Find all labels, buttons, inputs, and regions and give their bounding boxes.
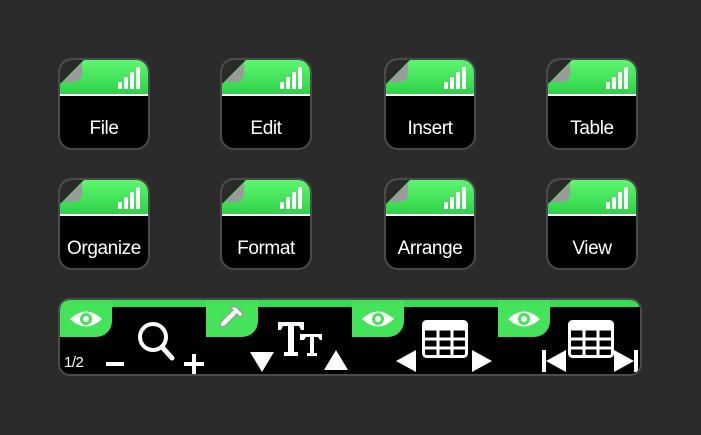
segment-tab-table-end[interactable] — [498, 300, 550, 337]
table-icon[interactable] — [568, 320, 614, 358]
page-corner-icon — [548, 60, 572, 84]
eye-icon — [362, 311, 394, 327]
signal-bars-icon — [444, 67, 466, 89]
eye-icon — [508, 311, 540, 327]
key-organize[interactable]: Organize — [58, 178, 150, 270]
signal-bars-icon — [118, 67, 140, 89]
segment-tab-font-size[interactable] — [206, 300, 258, 337]
eye-icon — [70, 311, 102, 327]
eyedropper-icon — [219, 306, 244, 328]
triangle-left-icon[interactable] — [396, 350, 416, 372]
table-icon[interactable] — [422, 320, 468, 358]
key-format[interactable]: Format — [220, 178, 312, 270]
page-indicator: 1/2 — [64, 354, 84, 371]
key-label: Arrange — [397, 238, 463, 259]
page-corner-icon — [60, 180, 84, 204]
magnifier-icon[interactable] — [136, 320, 176, 362]
text-size-icon[interactable] — [276, 318, 324, 358]
key-label: Format — [237, 238, 295, 259]
signal-bars-icon — [444, 187, 466, 209]
skip-end-icon[interactable] — [614, 350, 638, 372]
minus-icon[interactable] — [106, 362, 124, 368]
key-arrange[interactable]: Arrange — [384, 178, 476, 270]
plus-icon[interactable] — [184, 354, 204, 374]
page-corner-icon — [222, 60, 246, 84]
key-view[interactable]: View — [546, 178, 638, 270]
page-corner-icon — [222, 180, 246, 204]
key-edit[interactable]: Edit — [220, 58, 312, 150]
triangle-right-icon[interactable] — [472, 350, 492, 372]
key-label: Organize — [67, 238, 141, 259]
segment-tab-zoom[interactable] — [60, 300, 112, 337]
page-corner-icon — [60, 60, 84, 84]
key-label: View — [572, 238, 612, 259]
page-corner-icon — [386, 180, 410, 204]
triangle-down-icon[interactable] — [250, 352, 274, 372]
signal-bars-icon — [118, 187, 140, 209]
key-insert[interactable]: Insert — [384, 58, 476, 150]
signal-bars-icon — [280, 187, 302, 209]
segment-tab-table[interactable] — [352, 300, 404, 337]
skip-start-icon[interactable] — [542, 350, 566, 372]
key-label: File — [89, 118, 119, 139]
key-label: Insert — [407, 118, 453, 139]
key-file[interactable]: File — [58, 58, 150, 150]
key-label: Table — [570, 118, 614, 139]
signal-bars-icon — [280, 67, 302, 89]
signal-bars-icon — [606, 187, 628, 209]
key-label: Edit — [250, 118, 282, 139]
control-bar: 1/2 — [58, 298, 642, 376]
page-corner-icon — [386, 60, 410, 84]
page-corner-icon — [548, 180, 572, 204]
key-table[interactable]: Table — [546, 58, 638, 150]
triangle-up-icon[interactable] — [324, 350, 348, 370]
signal-bars-icon — [606, 67, 628, 89]
